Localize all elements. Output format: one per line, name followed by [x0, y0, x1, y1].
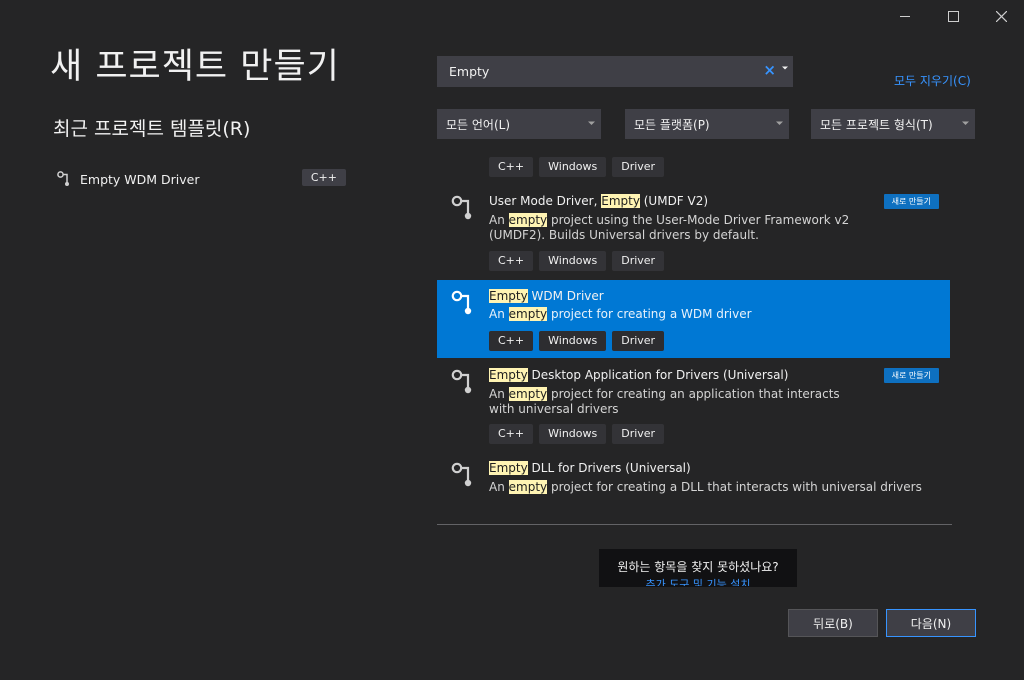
template-list-item[interactable]: Empty DLL for Drivers (Universal) An emp… [437, 455, 950, 505]
project-type-tag: Driver [612, 331, 665, 351]
clear-search-icon[interactable]: × [763, 63, 776, 78]
language-tag: C++ [489, 251, 534, 271]
maximize-icon [947, 10, 959, 22]
close-button[interactable] [978, 4, 1024, 28]
project-type-filter[interactable]: 모든 프로젝트 형식(T) [811, 109, 975, 139]
template-list-item-selected[interactable]: Empty WDM Driver An empty project for cr… [437, 280, 950, 358]
platform-tag: Windows [539, 157, 607, 177]
list-divider [437, 524, 952, 525]
minimize-button[interactable] [882, 4, 928, 28]
platform-tag: Windows [539, 331, 607, 351]
template-name: Empty Desktop Application for Drivers (U… [489, 368, 789, 382]
template-name: Empty WDM Driver [489, 289, 604, 303]
new-badge: 새로 만들기 [883, 368, 939, 383]
template-list-item[interactable]: C++ Windows Driver [437, 152, 950, 180]
template-name: User Mode Driver, Empty (UMDF V2) [489, 194, 709, 208]
template-list-item[interactable]: Empty Desktop Application for Drivers (U… [437, 362, 950, 449]
not-found-question: 원하는 항목을 찾지 못하셨나요? [617, 560, 779, 574]
language-filter-label: 모든 언어(L) [446, 117, 511, 132]
template-list[interactable]: C++ Windows Driver User Mode Driver, Emp… [437, 152, 950, 512]
recent-templates-title: 최근 프로젝트 템플릿(R) [53, 118, 251, 140]
platform-tag: Windows [539, 251, 607, 271]
chevron-down-icon [588, 121, 595, 125]
next-button[interactable]: 다음(N) [886, 609, 976, 637]
template-description: An empty project for creating an applica… [489, 387, 840, 416]
recent-template-item[interactable]: Empty WDM Driver C++ [56, 168, 346, 190]
chevron-down-icon[interactable] [781, 65, 789, 71]
template-search-box[interactable]: × [437, 56, 793, 87]
maximize-button[interactable] [930, 4, 976, 28]
not-found-box: 원하는 항목을 찾지 못하셨나요? 추가 도구 및 기능 설치 [599, 549, 797, 587]
platform-filter-label: 모든 플랫폼(P) [634, 117, 710, 132]
minimize-icon [900, 16, 910, 17]
driver-icon [451, 195, 472, 220]
back-button[interactable]: 뒤로(B) [788, 609, 878, 637]
platform-filter[interactable]: 모든 플랫폼(P) [625, 109, 789, 139]
template-description: An empty project for creating a DLL that… [489, 480, 922, 494]
project-type-tag: Driver [612, 157, 665, 177]
language-tag: C++ [489, 424, 534, 444]
language-tag: C++ [489, 157, 534, 177]
template-description: An empty project for creating a WDM driv… [489, 307, 752, 321]
chevron-down-icon [776, 121, 783, 125]
driver-icon [57, 171, 69, 186]
language-filter[interactable]: 모든 언어(L) [437, 109, 601, 139]
project-type-tag: Driver [612, 424, 665, 444]
driver-icon [451, 290, 472, 315]
close-icon [995, 10, 1007, 22]
platform-tag: Windows [539, 424, 607, 444]
chevron-down-icon [962, 121, 969, 125]
search-input[interactable] [447, 63, 751, 80]
language-tag: C++ [489, 331, 534, 351]
template-list-item[interactable]: User Mode Driver, Empty (UMDF V2) An emp… [437, 188, 950, 275]
new-badge: 새로 만들기 [883, 194, 939, 209]
driver-icon [451, 462, 472, 487]
template-name: Empty DLL for Drivers (Universal) [489, 461, 691, 475]
clear-all-link[interactable]: 모두 지우기(C) [894, 72, 971, 89]
template-description: An empty project using the User-Mode Dri… [489, 213, 850, 242]
recent-template-name: Empty WDM Driver [80, 171, 200, 187]
project-type-tag: Driver [612, 251, 665, 271]
page-title: 새 프로젝트 만들기 [50, 47, 340, 87]
project-type-filter-label: 모든 프로젝트 형식(T) [820, 117, 933, 132]
driver-icon [451, 369, 472, 394]
install-tools-link[interactable]: 추가 도구 및 기능 설치 [599, 576, 797, 586]
language-tag: C++ [301, 169, 346, 186]
